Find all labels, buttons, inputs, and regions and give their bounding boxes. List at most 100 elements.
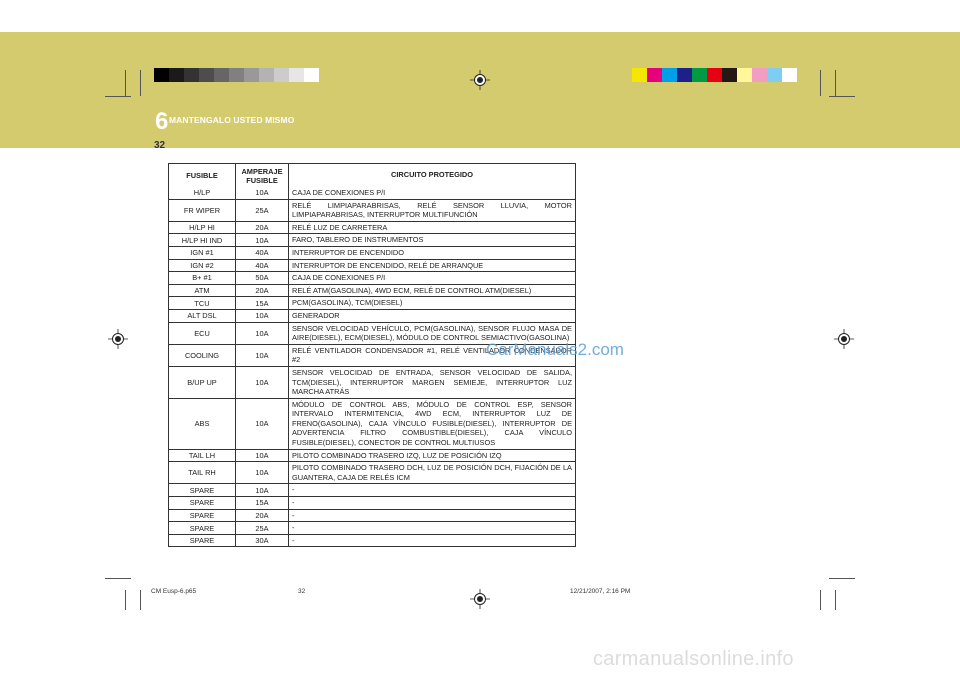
color-swatch bbox=[662, 68, 677, 82]
amperage-cell: 25A bbox=[236, 522, 289, 534]
amperage-cell: 20A bbox=[236, 509, 289, 522]
fuse-cell: TCU bbox=[169, 297, 236, 309]
table-row: B/UP UP 10A SENSOR VELOCIDAD DE ENTRADA, S… bbox=[169, 365, 575, 398]
amperage-cell: 10A bbox=[236, 309, 289, 322]
color-swatch bbox=[289, 68, 304, 82]
color-swatch bbox=[782, 68, 797, 82]
circuit-cell: - bbox=[292, 485, 295, 495]
fuse-cell: H/LP bbox=[169, 187, 236, 199]
table-row: B+ #1 50A CAJA DE CONEXIONES P/I bbox=[169, 271, 575, 284]
crop-mark bbox=[829, 578, 855, 579]
color-swatch bbox=[304, 68, 319, 82]
color-swatch bbox=[259, 68, 274, 82]
crop-mark bbox=[140, 590, 141, 610]
amperage-cell: 40A bbox=[236, 259, 289, 272]
fuse-cell: SPARE bbox=[169, 484, 236, 497]
page-number: 32 bbox=[154, 140, 166, 151]
circuit-cell: CAJA DE CONEXIONES P/I bbox=[292, 273, 386, 283]
table-row: SPARE 10A - bbox=[169, 483, 575, 497]
amperage-cell: 20A bbox=[236, 221, 289, 234]
color-calibration-bar bbox=[632, 68, 797, 82]
circuit-cell: FARO, TABLERO DE INSTRUMENTOS bbox=[292, 235, 424, 245]
amperage-cell: 10A bbox=[236, 366, 289, 398]
fuse-cell: ALT DSL bbox=[169, 309, 236, 322]
color-swatch bbox=[647, 68, 662, 82]
amperage-cell: 15A bbox=[236, 297, 289, 309]
fuse-cell: FR WIPER bbox=[169, 199, 236, 221]
fuse-cell: SPARE bbox=[169, 522, 236, 534]
color-swatch bbox=[274, 68, 289, 82]
crop-mark bbox=[140, 70, 141, 96]
color-swatch bbox=[154, 68, 169, 82]
circuit-cell: GENERADOR bbox=[292, 310, 340, 320]
circuit-cell: - bbox=[292, 523, 295, 533]
circuit-cell: - bbox=[292, 535, 295, 545]
color-swatch bbox=[632, 68, 647, 82]
crop-mark bbox=[125, 70, 126, 96]
circuit-cell: MÓDULO DE CONTROL ABS, MÓDULO DE CONTROL… bbox=[292, 399, 572, 448]
circuit-cell: SENSOR VELOCIDAD DE ENTRADA, SENSOR VELO… bbox=[292, 367, 572, 397]
crop-mark bbox=[820, 590, 821, 610]
table-row: IGN #2 40A INTERRUPTOR DE ENCENDIDO, RELÉ … bbox=[169, 258, 575, 272]
fuse-cell: IGN #1 bbox=[169, 246, 236, 259]
fuse-cell: ECU bbox=[169, 322, 236, 344]
table-row: ATM 20A RELÉ ATM(GASOLINA), 4WD ECM, RELÉ … bbox=[169, 283, 575, 297]
footer-datetime: 12/21/2007, 2:16 PM bbox=[570, 588, 631, 595]
amperage-cell: 10A bbox=[236, 449, 289, 462]
fuse-cell: ABS bbox=[169, 398, 236, 449]
circuit-cell: RELÉ ATM(GASOLINA), 4WD ECM, RELÉ DE CON… bbox=[292, 285, 532, 295]
circuit-cell: RELÉ LUZ DE CARRETERA bbox=[292, 222, 388, 232]
color-swatch bbox=[767, 68, 782, 82]
table-row: ABS 10A MÓDULO DE CONTROL ABS, MÓDULO DE C… bbox=[169, 397, 575, 449]
registration-mark-icon bbox=[834, 329, 854, 349]
color-swatch bbox=[214, 68, 229, 82]
chapter-title: MANTENGALO USTED MISMO bbox=[169, 115, 295, 125]
watermark: CarManuals2.com bbox=[486, 340, 624, 359]
fuse-cell: TAIL LH bbox=[169, 449, 236, 462]
circuit-cell: RELÉ LIMPIAPARABRISAS, RELÉ SENSOR LLUVI… bbox=[292, 200, 572, 220]
amperage-cell: 20A bbox=[236, 284, 289, 297]
table-row: SPARE 15A - bbox=[169, 496, 575, 509]
circuit-cell: - bbox=[292, 498, 295, 508]
crop-mark bbox=[835, 590, 836, 610]
crop-mark bbox=[820, 70, 821, 96]
fuse-cell: COOLING bbox=[169, 344, 236, 366]
table-row: H/LP 10A CAJA DE CONEXIONES P/I bbox=[169, 187, 575, 199]
crop-mark bbox=[105, 578, 131, 579]
circuit-cell: INTERRUPTOR DE ENCENDIDO, RELÉ DE ARRANQ… bbox=[292, 260, 484, 270]
fuse-cell: ATM bbox=[169, 284, 236, 297]
circuit-cell: CAJA DE CONEXIONES P/I bbox=[292, 188, 386, 197]
fuse-cell: TAIL RH bbox=[169, 462, 236, 484]
circuit-cell: PCM(GASOLINA), TCM(DIESEL) bbox=[292, 298, 403, 308]
amperage-cell: 10A bbox=[236, 344, 289, 366]
circuit-cell: - bbox=[292, 510, 295, 520]
table-row: SPARE 25A - bbox=[169, 521, 575, 534]
amperage-cell: 25A bbox=[236, 199, 289, 221]
color-swatch bbox=[707, 68, 722, 82]
site-watermark: carmanualsonline.info bbox=[593, 648, 794, 670]
amperage-cell: 10A bbox=[236, 462, 289, 484]
fuse-cell: SPARE bbox=[169, 509, 236, 522]
amperage-cell: 40A bbox=[236, 246, 289, 259]
color-swatch bbox=[752, 68, 767, 82]
color-swatch bbox=[244, 68, 259, 82]
fuse-cell: SPARE bbox=[169, 534, 236, 547]
color-swatch bbox=[692, 68, 707, 82]
header-amperage: AMPERAJE FUSIBLE bbox=[236, 164, 289, 187]
color-swatch bbox=[722, 68, 737, 82]
circuit-cell: PILOTO COMBINADO TRASERO IZQ, LUZ DE POS… bbox=[292, 450, 502, 460]
fuse-cell: B/UP UP bbox=[169, 366, 236, 398]
header-fuse: FUSIBLE bbox=[169, 164, 236, 187]
footer-page: 32 bbox=[298, 588, 306, 595]
color-swatch bbox=[169, 68, 184, 82]
table-body: H/LP 10A CAJA DE CONEXIONES P/I FR WIPER 25A… bbox=[169, 187, 575, 547]
circuit-cell: PILOTO COMBINADO TRASERO DCH, LUZ DE POS… bbox=[292, 463, 572, 482]
fuse-cell: B+ #1 bbox=[169, 272, 236, 284]
registration-mark-icon bbox=[108, 329, 128, 349]
header-circuit: CIRCUITO PROTEGIDO bbox=[391, 170, 473, 179]
chapter-number: 6 bbox=[155, 108, 169, 135]
table-header-row: FUSIBLE AMPERAJE FUSIBLE CIRCUITO PROTEG… bbox=[169, 164, 575, 187]
amperage-cell: 10A bbox=[236, 322, 289, 344]
amperage-cell: 30A bbox=[236, 534, 289, 547]
registration-mark-icon bbox=[470, 589, 490, 609]
